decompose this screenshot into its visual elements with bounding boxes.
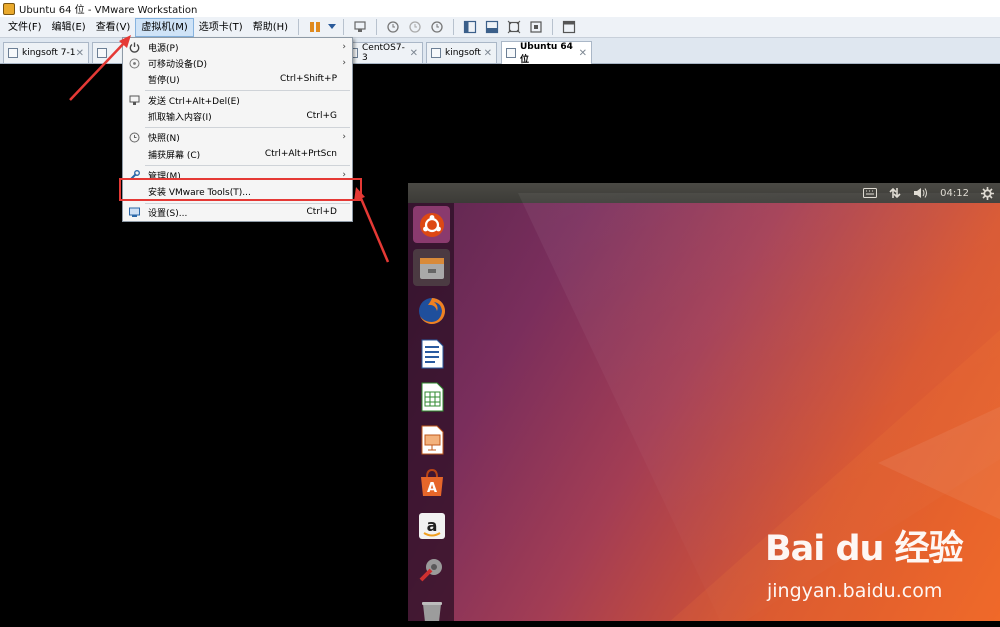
menu-help[interactable]: 帮助(H) [248, 18, 293, 37]
vm-icon [431, 48, 441, 58]
menu-item-snapshot[interactable]: 快照(N) › [123, 129, 352, 145]
software-center-icon[interactable]: A [413, 464, 450, 501]
menu-item-label: 可移动设备(D) [148, 59, 207, 70]
menu-item-removable-devices[interactable]: 可移动设备(D) › [123, 55, 352, 71]
close-icon[interactable]: ✕ [484, 48, 492, 59]
window-titlebar: Ubuntu 64 位 - VMware Workstation [0, 0, 1000, 17]
removable-devices-icon [128, 57, 140, 69]
writer-icon[interactable] [413, 335, 450, 372]
settings-icon [128, 206, 140, 218]
vm-icon [506, 48, 516, 58]
watermark-site: jingyan.baidu.com [767, 580, 943, 602]
menu-item-capture-screen[interactable]: 捕获屏幕 (C) Ctrl+Alt+PrtScn [123, 146, 352, 162]
tab-ubuntu-64[interactable]: Ubuntu 64 位 ✕ [501, 41, 592, 65]
menu-item-settings[interactable]: 设置(S)... Ctrl+D [123, 204, 352, 220]
menu-item-label: 快照(N) [148, 133, 180, 144]
menu-item-label: 发送 Ctrl+Alt+Del(E) [148, 96, 240, 107]
send-keys-icon [128, 94, 140, 106]
tab-kingsoft-7-1[interactable]: kingsoft 7-1 ✕ [3, 42, 89, 63]
calc-icon[interactable] [413, 378, 450, 415]
trash-icon[interactable] [413, 593, 450, 621]
menu-item-pause[interactable]: 暂停(U) Ctrl+Shift+P [123, 71, 352, 87]
menubar: 文件(F) 编辑(E) 查看(V) 虚拟机(M) 选项卡(T) 帮助(H) [0, 17, 1000, 38]
menu-tabs[interactable]: 选项卡(T) [194, 18, 248, 37]
toolbar-separator [343, 19, 345, 35]
menu-item-shortcut: Ctrl+D [306, 207, 338, 217]
system-settings-icon[interactable] [413, 550, 450, 587]
baidu-watermark: Bai du 经验 jingyan.baidu.com [765, 520, 995, 610]
menu-item-label: 捕获屏幕 (C) [148, 150, 201, 161]
window-title: Ubuntu 64 位 - VMware Workstation [19, 5, 198, 16]
fullscreen-icon[interactable] [504, 18, 524, 36]
toolbar-separator [453, 19, 455, 35]
power-icon [128, 41, 140, 53]
menu-item-power[interactable]: 电源(P) › [123, 39, 352, 55]
tab-label: kingsoft 7-1 [22, 48, 76, 58]
amazon-icon[interactable]: a [413, 507, 450, 544]
menu-edit[interactable]: 编辑(E) [47, 18, 91, 37]
annotation-highlight-box [119, 178, 362, 201]
menu-item-shortcut: Ctrl+Shift+P [280, 74, 337, 84]
toolbar-separator [298, 19, 300, 35]
submenu-arrow-icon: › [342, 42, 346, 52]
close-icon[interactable]: ✕ [579, 48, 587, 59]
impress-icon[interactable] [413, 421, 450, 458]
menu-item-send-ctrl-alt-del[interactable]: 发送 Ctrl+Alt+Del(E) [123, 92, 352, 108]
tab-label: kingsoft [445, 48, 481, 58]
menu-item-label: 设置(S)... [148, 208, 188, 219]
console-view-icon[interactable] [482, 18, 502, 36]
watermark-brand: Bai du 经验 [765, 529, 964, 569]
submenu-arrow-icon: › [342, 132, 346, 142]
send-keys-icon[interactable] [350, 18, 370, 36]
menu-item-shortcut: Ctrl+G [306, 111, 337, 121]
menu-item-label: 抓取输入内容(I) [148, 112, 212, 123]
files-icon[interactable] [413, 249, 450, 286]
menu-item-label: 暂停(U) [148, 75, 180, 86]
menu-item-label: 电源(P) [148, 43, 179, 54]
dropdown-arrow-icon[interactable] [327, 18, 337, 36]
menu-view[interactable]: 查看(V) [91, 18, 136, 37]
close-icon[interactable]: ✕ [76, 48, 84, 59]
ubuntu-launcher: A a [408, 203, 454, 621]
submenu-arrow-icon: › [342, 58, 346, 68]
close-icon[interactable]: ✕ [410, 48, 418, 59]
unity-icon[interactable] [526, 18, 546, 36]
toolbar-separator [376, 19, 378, 35]
ubuntu-dash-icon[interactable] [413, 206, 450, 243]
toolbar-separator [552, 19, 554, 35]
snapshot-revert-icon[interactable] [405, 18, 425, 36]
menu-file[interactable]: 文件(F) [3, 18, 47, 37]
menu-item-shortcut: Ctrl+Alt+PrtScn [264, 149, 337, 159]
vmware-app-icon [3, 2, 15, 15]
vm-icon [8, 48, 18, 58]
snapshot-manager-icon[interactable] [427, 18, 447, 36]
menu-separator [145, 165, 350, 166]
snapshot-take-icon[interactable] [383, 18, 403, 36]
snapshot-icon [128, 131, 140, 143]
tab-kingsoft-2[interactable]: kingsoft ✕ [426, 42, 497, 63]
tab-label: Ubuntu 64 位 [520, 41, 573, 65]
menu-item-grab-input[interactable]: 抓取输入内容(I) Ctrl+G [123, 108, 352, 124]
vm-icon [97, 48, 107, 58]
firefox-icon[interactable] [413, 292, 450, 329]
menu-separator [145, 90, 350, 91]
menu-separator [145, 127, 350, 128]
menu-vm[interactable]: 虚拟机(M) [135, 17, 194, 37]
library-icon[interactable] [460, 18, 480, 36]
thumbnail-icon[interactable] [559, 18, 579, 36]
svg-text:a: a [426, 516, 437, 535]
svg-text:A: A [426, 481, 436, 496]
pause-icon[interactable] [305, 18, 325, 36]
tab-label: CentOS7-3 [362, 43, 405, 63]
tab-centos7-3[interactable]: CentOS7-3 ✕ [343, 42, 423, 63]
